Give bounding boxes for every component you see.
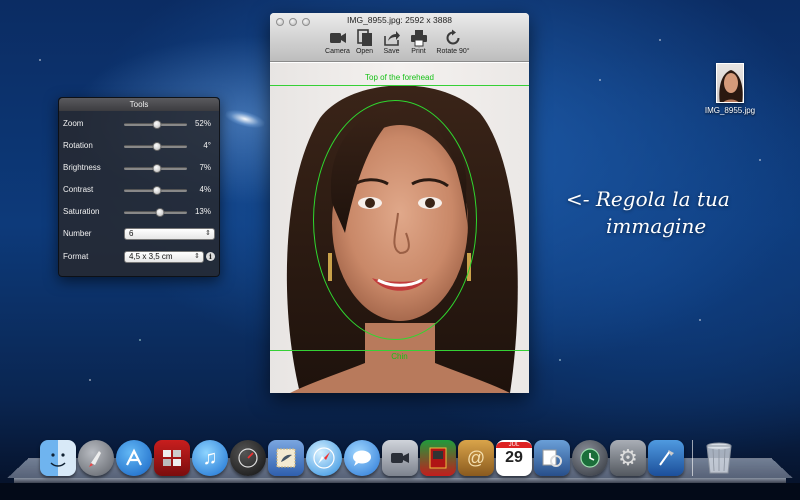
contrast-label: Contrast — [63, 185, 94, 194]
photo-booth-icon[interactable] — [154, 440, 190, 476]
launchpad-icon[interactable] — [78, 440, 114, 476]
finder-icon[interactable] — [40, 440, 76, 476]
rotation-label: Rotation — [63, 141, 93, 150]
desktop-file-icon[interactable]: IMG_8955.jpg — [700, 63, 760, 115]
dashboard-icon[interactable] — [230, 440, 266, 476]
contacts-icon[interactable]: @ — [458, 440, 494, 476]
rotate-icon — [446, 29, 460, 45]
face-guide-oval — [313, 100, 477, 340]
rotate-button[interactable]: Rotate 90° — [432, 29, 474, 55]
photo-booth-red-icon[interactable] — [420, 440, 456, 476]
preview-icon[interactable] — [534, 440, 570, 476]
safari-icon[interactable] — [306, 440, 342, 476]
zoom-value: 52% — [194, 119, 211, 128]
xcode-icon[interactable] — [648, 440, 684, 476]
open-label: Open — [355, 48, 374, 55]
saturation-label: Saturation — [63, 207, 100, 216]
dock-separator — [692, 440, 693, 476]
format-label: Format — [63, 252, 89, 261]
number-label: Number — [63, 229, 92, 238]
window-titlebar: IMG_8955.jpg: 2592 x 3888 Camera Open Sa… — [270, 13, 529, 62]
chin-guide-label: Chin — [391, 352, 408, 361]
camera-button[interactable]: Camera — [324, 29, 351, 55]
contrast-slider[interactable] — [124, 186, 187, 195]
galaxy-glow — [223, 107, 267, 131]
portrait-photo[interactable]: Top of the forehead Chin — [270, 63, 529, 393]
slider-row-brightness: Brightness 7% — [63, 161, 215, 175]
open-icon — [356, 29, 372, 46]
number-select-value: 6 — [129, 229, 134, 238]
saturation-value: 13% — [194, 207, 211, 216]
trash-icon[interactable] — [701, 440, 737, 476]
dock: ♫ @ JUL 29 ⚙ — [40, 436, 737, 476]
rotation-slider-knob[interactable] — [152, 142, 162, 151]
format-select-value: 4,5 x 3,5 cm — [129, 252, 173, 261]
zoom-slider[interactable] — [124, 120, 187, 129]
bottom-edge — [0, 483, 800, 500]
zoom-label: Zoom — [63, 119, 84, 128]
brightness-slider-knob[interactable] — [152, 164, 162, 173]
save-label: Save — [383, 48, 400, 55]
rotation-value: 4° — [203, 141, 211, 150]
mail-stamp-icon[interactable] — [268, 440, 304, 476]
brightness-value: 7% — [199, 163, 211, 172]
messages-icon[interactable] — [344, 440, 380, 476]
system-preferences-icon[interactable]: ⚙ — [610, 440, 646, 476]
window-toolbar: Camera Open Save Print Rotate 90° — [324, 29, 474, 55]
window-title: IMG_8955.jpg: 2592 x 3888 — [347, 15, 452, 25]
number-select[interactable]: 6 ⇕ — [124, 228, 215, 240]
tools-panel: Tools Zoom 52% Rotation 4° Brightness 7%… — [58, 97, 220, 277]
camera-icon — [329, 33, 346, 43]
brightness-slider[interactable] — [124, 164, 187, 173]
portrait-thumbnail-icon — [719, 70, 743, 102]
calendar-icon[interactable]: JUL 29 — [496, 440, 532, 476]
contrast-value: 4% — [199, 185, 211, 194]
rotation-slider[interactable] — [124, 142, 187, 151]
camera-label: Camera — [325, 48, 350, 55]
facetime-icon[interactable] — [382, 440, 418, 476]
file-thumbnail — [716, 63, 744, 103]
image-window: IMG_8955.jpg: 2592 x 3888 Camera Open Sa… — [270, 13, 529, 393]
slider-row-rotation: Rotation 4° — [63, 139, 215, 153]
print-icon — [410, 30, 427, 47]
handwritten-hint: <- Regola la tua immagine — [566, 186, 766, 240]
forehead-guide-label: Top of the forehead — [365, 73, 434, 82]
forehead-guide-line — [270, 85, 529, 86]
desktop-file-label: IMG_8955.jpg — [704, 106, 756, 115]
number-row: Number 6 ⇕ — [63, 227, 215, 241]
itunes-icon[interactable]: ♫ — [192, 440, 228, 476]
save-icon — [383, 31, 400, 46]
rotate-label: Rotate 90° — [436, 48, 470, 55]
time-machine-icon[interactable] — [572, 440, 608, 476]
app-store-icon[interactable] — [116, 440, 152, 476]
up-down-arrows-icon: ⇕ — [205, 230, 211, 237]
slider-row-saturation: Saturation 13% — [63, 205, 215, 219]
brightness-label: Brightness — [63, 163, 101, 172]
saturation-slider-knob[interactable] — [155, 208, 165, 217]
open-button[interactable]: Open — [351, 29, 378, 55]
tools-panel-title[interactable]: Tools — [59, 98, 219, 111]
slider-row-contrast: Contrast 4% — [63, 183, 215, 197]
save-button[interactable]: Save — [378, 29, 405, 55]
format-select[interactable]: 4,5 x 3,5 cm ⇕ — [124, 251, 204, 263]
zoom-slider-knob[interactable] — [152, 120, 162, 129]
hint-line-2: immagine — [606, 214, 707, 238]
calendar-day: 29 — [505, 449, 523, 466]
saturation-slider[interactable] — [124, 208, 187, 217]
slider-row-zoom: Zoom 52% — [63, 117, 215, 131]
up-down-arrows-icon: ⇕ — [194, 253, 200, 260]
info-icon[interactable]: i — [206, 252, 215, 261]
print-label: Print — [411, 48, 426, 55]
chin-guide-line — [270, 350, 529, 351]
hint-line-1: <- Regola la tua — [566, 187, 730, 211]
format-row: Format 4,5 x 3,5 cm ⇕ i — [63, 250, 215, 264]
contrast-slider-knob[interactable] — [152, 186, 162, 195]
print-button[interactable]: Print — [405, 29, 432, 55]
